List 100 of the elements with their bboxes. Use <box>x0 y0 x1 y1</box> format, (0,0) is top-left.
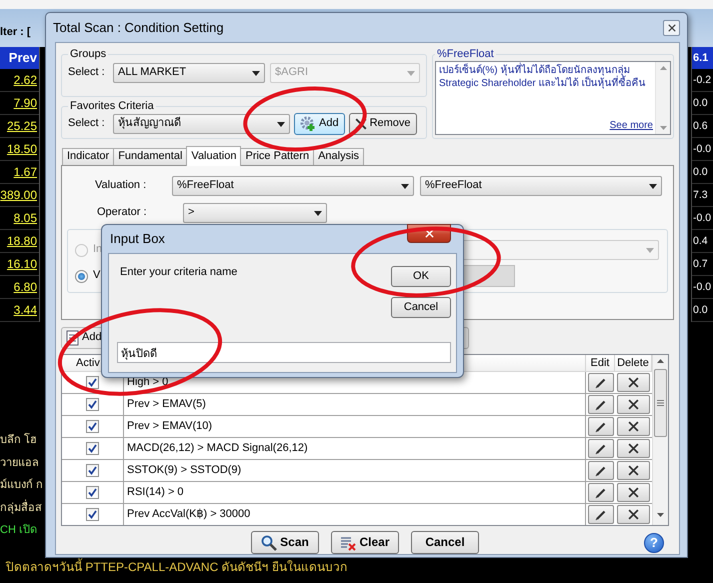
field-label: Operator : <box>97 206 148 220</box>
edit-button[interactable] <box>588 461 614 480</box>
tab[interactable]: Valuation <box>186 146 242 166</box>
scrollbar[interactable] <box>652 355 668 525</box>
close-icon <box>424 229 434 238</box>
group-label: %FreeFloat <box>436 47 495 61</box>
delete-button[interactable] <box>617 461 650 480</box>
news-headline[interactable]: กลุ่มสื่อส <box>0 502 42 514</box>
cross-icon <box>628 487 639 498</box>
news-headline[interactable]: ปิดตลาดฯวันนี้ PTTEP-CPALL-ADVANC ดันดัชนีฯ ยืนในแดนบวก <box>6 560 347 574</box>
tab[interactable]: Indicator <box>62 148 114 165</box>
check-icon <box>88 444 97 453</box>
table-cell: 0.4 <box>692 230 713 253</box>
checkbox[interactable] <box>86 486 99 499</box>
cancel-button[interactable]: Cancel <box>391 297 451 318</box>
table-cell: RSI(14) > 0 <box>124 482 586 503</box>
pencil-icon <box>594 464 606 476</box>
clear-button[interactable]: Clear <box>331 531 399 554</box>
dropdown[interactable]: > <box>183 203 327 223</box>
window-title: Input Box <box>110 230 165 247</box>
price-link[interactable]: 389.00 <box>0 184 39 207</box>
group-label: Favorites Criteria <box>69 99 155 113</box>
arrow-down-icon <box>657 513 664 517</box>
tab[interactable]: Analysis <box>313 148 364 165</box>
pencil-icon <box>594 486 606 498</box>
arrow-up-icon <box>660 66 666 70</box>
caret-icon <box>401 184 409 188</box>
check-icon <box>88 488 97 497</box>
dropdown[interactable]: %FreeFloat <box>420 176 662 196</box>
table-cell: 7.3 <box>692 184 713 207</box>
see-more-link[interactable]: See more <box>610 119 653 134</box>
table-cell: -0.0 <box>692 276 713 299</box>
edit-button[interactable] <box>588 373 614 392</box>
cross-icon <box>628 465 639 476</box>
filter-label: lter : [ <box>0 26 31 40</box>
checkbox[interactable] <box>86 376 99 389</box>
price-link[interactable]: 18.50 <box>0 138 39 161</box>
table-cell: Prev > EMAV(10) <box>124 416 586 437</box>
table-cell: 0.0 <box>692 161 713 184</box>
prompt-label: Enter your criteria name <box>120 266 238 280</box>
table-cell: 0.7 <box>692 253 713 276</box>
scan-button[interactable]: Scan <box>251 531 319 554</box>
price-link[interactable]: 16.10 <box>0 253 39 276</box>
remove-button[interactable]: Remove <box>348 113 417 135</box>
arrow-up-icon <box>657 359 664 363</box>
text-field[interactable]: หุ้นปิดดี <box>117 342 451 363</box>
price-link[interactable]: 18.80 <box>0 230 39 253</box>
edit-button[interactable] <box>588 483 614 502</box>
edit-button[interactable] <box>588 417 614 436</box>
news-headline[interactable]: CH เปิด <box>0 524 37 536</box>
check-icon <box>88 378 97 387</box>
checkbox[interactable] <box>86 420 99 433</box>
price-link[interactable]: 6.80 <box>0 276 39 299</box>
delete-button[interactable] <box>617 483 650 502</box>
description-text: เปอร์เซ็นต์(%) หุ้นที่ไม่ได้ถือโดยนักลงทุนกลุ่ม Strategic Shareholder และไม่ได้ เป็นหุ้นที่ซื้อคืน <box>439 64 653 90</box>
edit-button[interactable] <box>588 505 614 524</box>
price-link[interactable]: 3.44 <box>0 299 39 322</box>
table-cell: SSTOK(9) > SSTOD(9) <box>124 460 586 481</box>
dropdown[interactable]: %FreeFloat <box>172 176 414 196</box>
cross-icon <box>628 399 639 410</box>
checkbox[interactable] <box>86 508 99 521</box>
delete-button[interactable] <box>617 439 650 458</box>
delete-button[interactable] <box>617 417 650 436</box>
dropdown[interactable]: ALL MARKET <box>113 63 265 83</box>
edit-button[interactable] <box>588 395 614 414</box>
document-cross-icon <box>340 534 356 550</box>
delete-button[interactable] <box>617 395 650 414</box>
checkbox[interactable] <box>86 398 99 411</box>
field-label: Select : <box>68 66 106 80</box>
table-cell: -0.0 <box>692 138 713 161</box>
table-cell: Prev AccVal(K฿) > 30000 <box>124 504 586 525</box>
price-link[interactable]: 2.62 <box>0 69 39 92</box>
tab[interactable]: Fundamental <box>113 148 188 165</box>
group-label: Groups <box>69 47 108 61</box>
caret-icon <box>314 210 322 216</box>
news-headline[interactable]: ม์แบงก์ ก <box>0 479 44 491</box>
gear-plus-icon <box>300 116 316 132</box>
pencil-icon <box>594 376 606 388</box>
edit-button[interactable] <box>588 439 614 458</box>
ok-button[interactable]: OK <box>391 266 451 287</box>
checkbox[interactable] <box>86 464 99 477</box>
delete-button[interactable] <box>617 505 650 524</box>
news-headline[interactable]: บลึก โฮ <box>0 434 38 446</box>
add-button[interactable]: Add <box>294 113 345 135</box>
check-icon <box>88 422 97 431</box>
window-title: Total Scan : Condition Setting <box>53 20 224 36</box>
checkbox[interactable] <box>86 442 99 455</box>
dropdown[interactable]: หุ้นสัญญาณดี <box>113 114 290 134</box>
news-headline[interactable]: วายแอล <box>0 456 39 468</box>
delete-button[interactable] <box>617 373 650 392</box>
radio-button[interactable] <box>75 270 88 282</box>
price-link[interactable]: 25.25 <box>0 115 39 138</box>
price-link[interactable]: 7.90 <box>0 92 39 115</box>
check-icon <box>88 466 97 475</box>
scrollbar[interactable] <box>655 62 670 134</box>
cancel-button[interactable]: Cancel <box>411 531 479 554</box>
price-link[interactable]: 1.67 <box>0 161 39 184</box>
scrollbar-thumb[interactable] <box>654 369 667 437</box>
close-button[interactable] <box>663 20 680 36</box>
price-link[interactable]: 8.05 <box>0 207 39 230</box>
